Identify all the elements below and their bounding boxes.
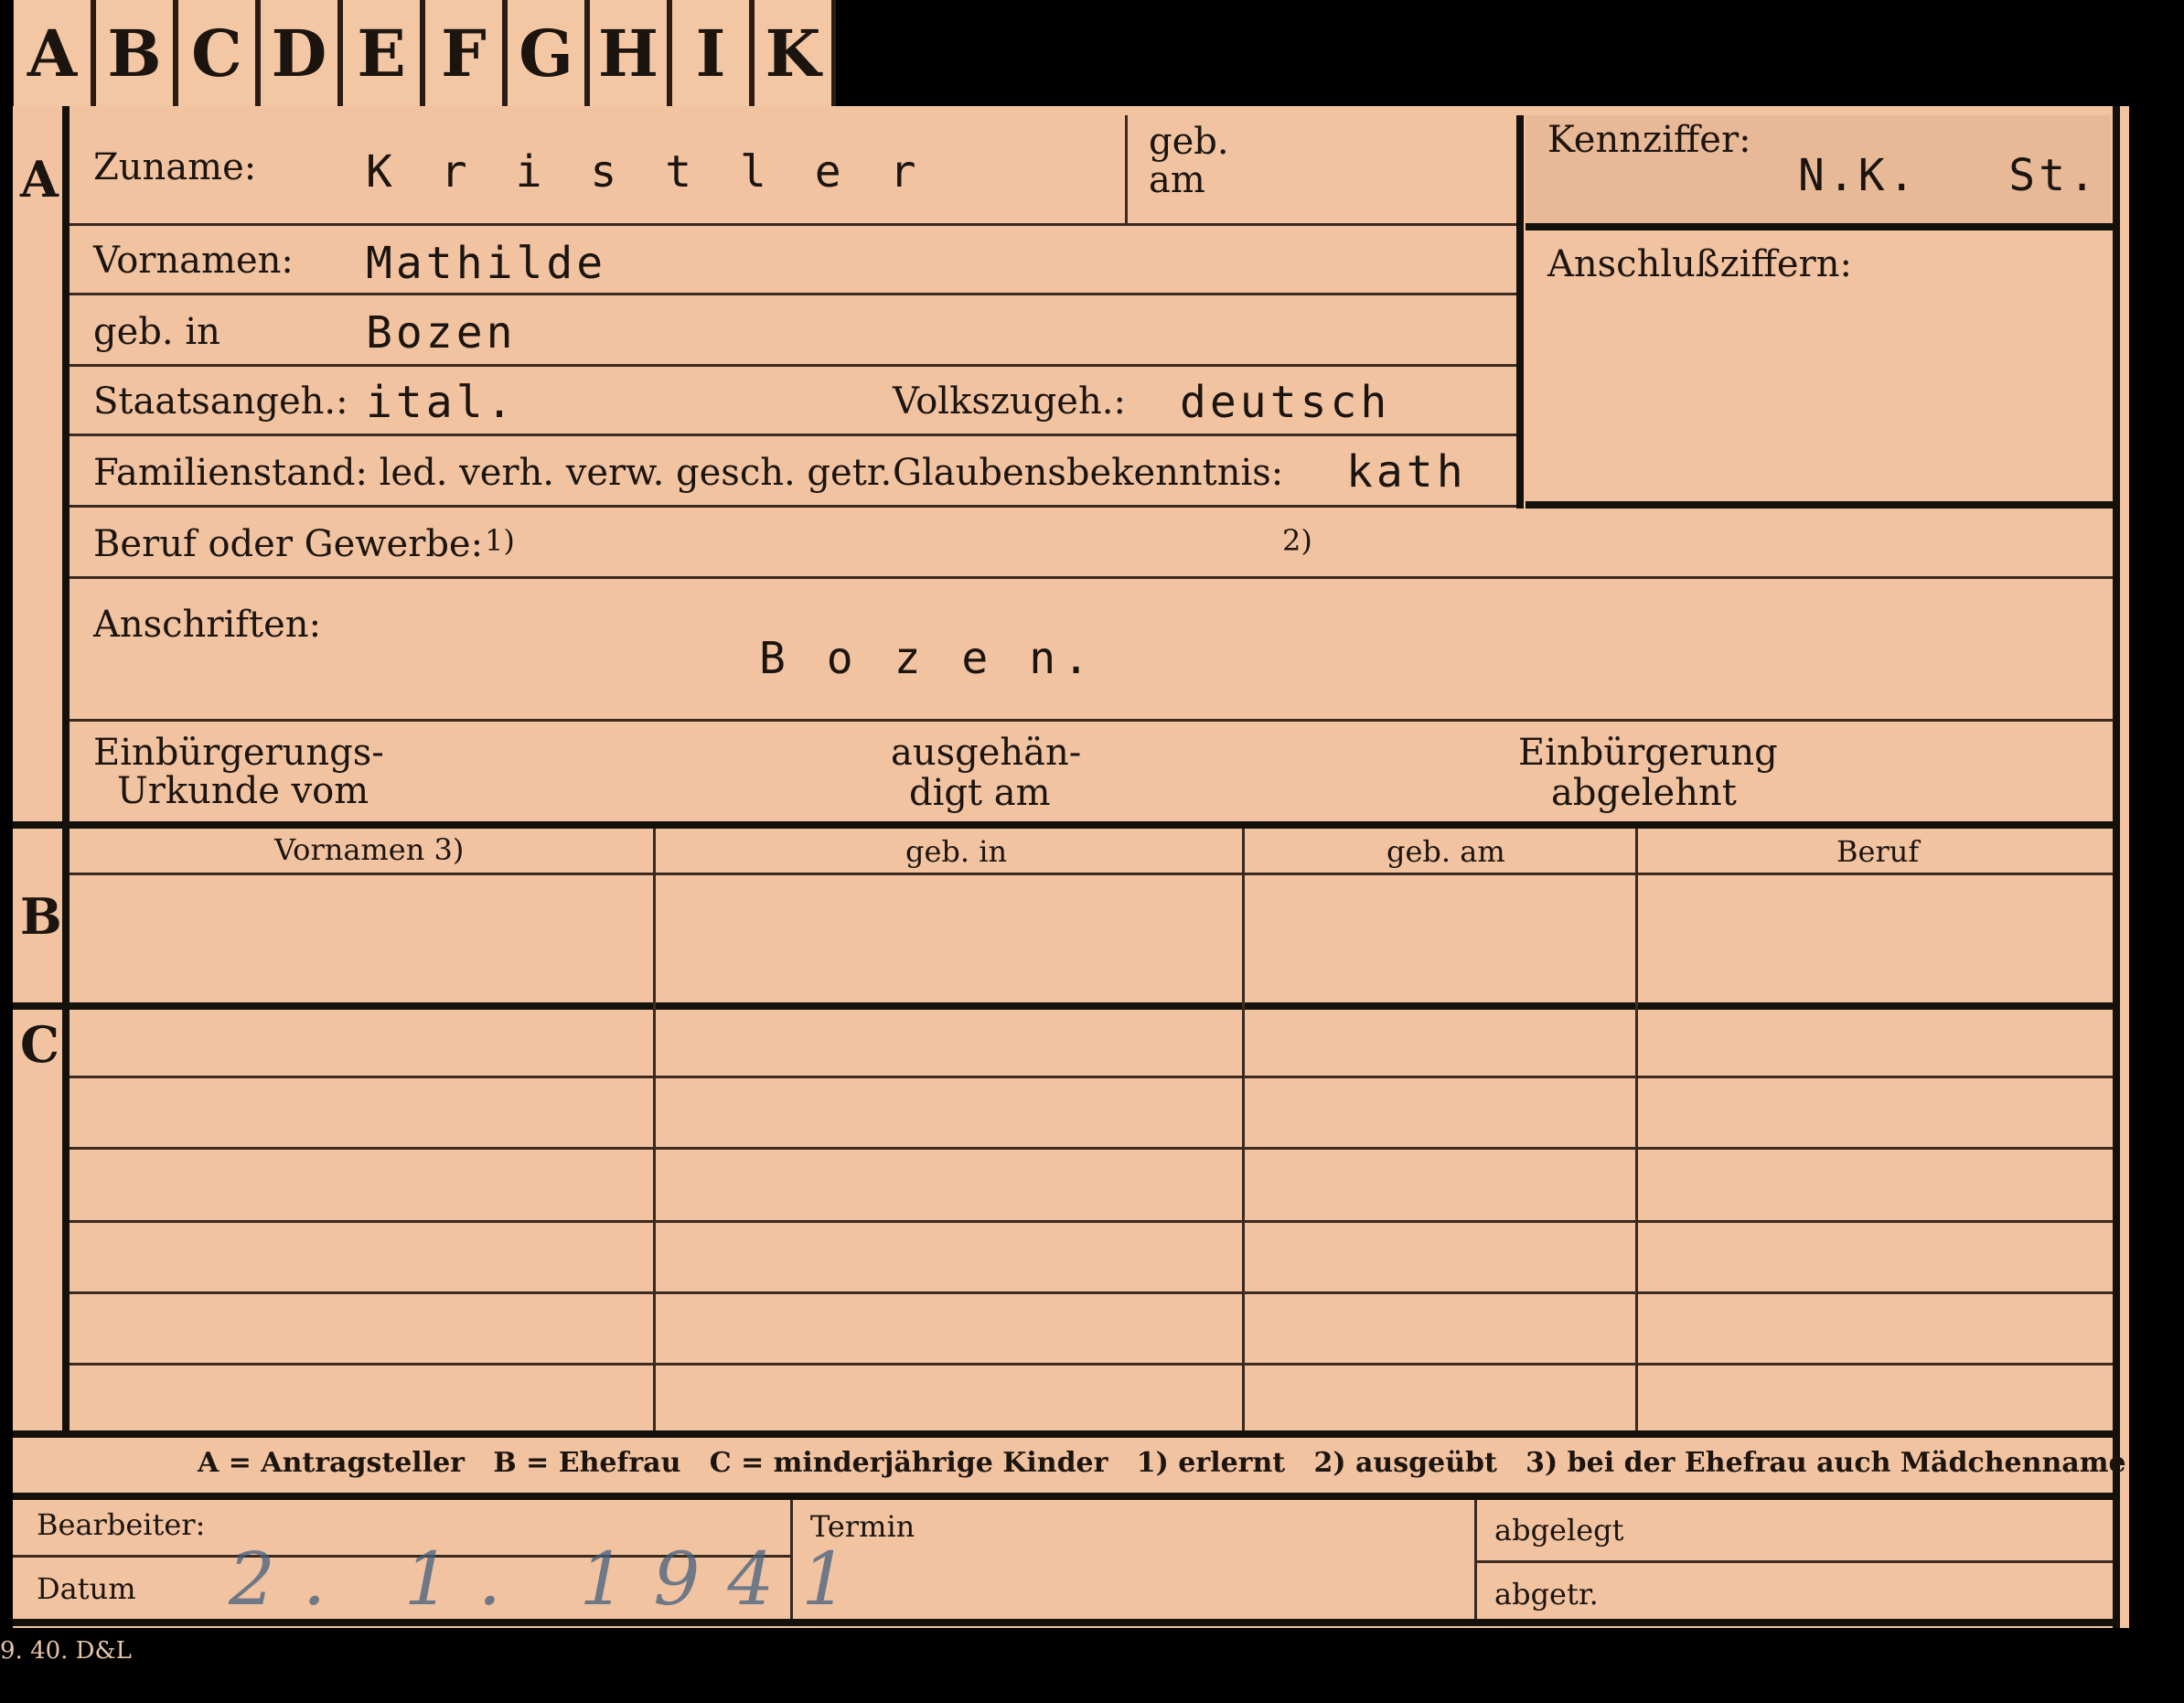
section-letter-c: C [20, 1015, 59, 1074]
tab-letter: I [671, 0, 754, 106]
registration-card [13, 106, 2129, 1628]
einb-abgelehnt-1: Einbürgerung [1518, 732, 1778, 774]
vornamen-label: Vornamen: [93, 240, 294, 282]
tab-letter: F [424, 0, 507, 106]
row-line-4 [70, 434, 1516, 436]
volkszugeh-value: deutsch [1180, 377, 1391, 428]
c-row-line-2 [70, 1147, 2113, 1150]
volkszugeh-label: Volkszugeh.: [893, 380, 1126, 423]
table-header-beruf: Beruf [1836, 834, 1920, 869]
table-header-vornamen: Vornamen 3) [274, 832, 465, 867]
section-letter-a: A [20, 150, 59, 209]
abgetr-label: abgetr. [1494, 1577, 1599, 1612]
c-row-line-5 [70, 1363, 2113, 1366]
kennziffer-label: Kennziffer: [1547, 119, 1751, 161]
geb-am-label-2: am [1149, 159, 1205, 201]
geb-in-value: Bozen [366, 307, 517, 359]
bearbeiter-label: Bearbeiter: [37, 1507, 206, 1542]
abgelegt-label: abgelegt [1494, 1513, 1624, 1548]
row-line-6 [70, 576, 2113, 579]
anschluss-bottom [1526, 501, 2113, 509]
zuname-value: K r i s t l e r [366, 146, 927, 198]
ausgehaendigt-2: digt am [909, 772, 1051, 814]
table-header-geb-am: geb. am [1386, 834, 1505, 869]
col-divider-1 [653, 829, 656, 1430]
row-line-3 [70, 364, 1516, 367]
beruf-footnote-2: 2) [1282, 523, 1312, 558]
termin-label: Termin [810, 1509, 915, 1544]
einb-abgelehnt-2: abgelehnt [1551, 772, 1737, 814]
glaubens-label: Glaubensbekenntnis: [893, 452, 1284, 494]
beruf-label: Beruf oder Gewerbe: [93, 523, 484, 565]
vornamen-value: Mathilde [366, 238, 607, 289]
familienstand-label: Familienstand: led. verh. verw. gesch. g… [93, 452, 893, 494]
anschriften-label: Anschriften: [93, 604, 322, 646]
c-row-line-1 [70, 1076, 2113, 1078]
right-border [2113, 106, 2120, 1628]
left-divider [62, 106, 70, 1432]
datum-stamp: 2. 1. 1941 [229, 1537, 876, 1622]
row-line-2 [70, 293, 1516, 295]
glaubens-value: kath [1346, 446, 1467, 498]
c-row-line-4 [70, 1291, 2113, 1294]
einb-urkunde-2: Urkunde vom [117, 770, 369, 812]
table-header-line [70, 873, 2113, 875]
c-row-line-3 [70, 1220, 2113, 1223]
staatsangeh-label: Staatsangeh.: [93, 380, 348, 423]
row-line-5 [70, 505, 1516, 508]
geb-am-divider [1125, 115, 1128, 223]
geb-am-label-1: geb. [1149, 121, 1229, 163]
footer-mid-line-right [1474, 1560, 2113, 1563]
table-header-geb-in: geb. in [905, 834, 1008, 869]
anschlussziffern-label: Anschlußziffern: [1547, 243, 1852, 285]
kennziffer-value: N.K. St. [1798, 150, 2099, 201]
section-letter-b: B [20, 887, 62, 946]
beruf-footnote-1: 1) [485, 523, 515, 558]
tab-letter: C [177, 0, 260, 106]
legend-bottom [13, 1493, 2120, 1500]
print-mark: 9. 40. D&L [0, 1637, 132, 1665]
einb-urkunde-1: Einbürgerungs- [93, 732, 384, 774]
zuname-label: Zuname: [93, 146, 257, 188]
alphabet-tabs: ABCDEFGHIK [13, 0, 836, 106]
ausgehaendigt-1: ausgehän- [891, 732, 1082, 774]
col-divider-2 [1242, 829, 1245, 1430]
tab-letter: K [754, 0, 836, 106]
tab-letter: D [260, 0, 342, 106]
legend: A = Antragsteller B = Ehefrau C = minder… [198, 1447, 2126, 1479]
tab-letter: E [342, 0, 424, 106]
kennziffer-bottom [1526, 223, 2113, 230]
datum-label: Datum [37, 1571, 136, 1606]
anschriften-value: B o z e n. [759, 633, 1097, 684]
tab-letter: G [507, 0, 589, 106]
section-a-bottom [13, 821, 2120, 829]
tab-letter: B [95, 0, 177, 106]
tab-letter: A [13, 0, 95, 106]
section-b-bottom [13, 1002, 2120, 1010]
kennziffer-left [1516, 115, 1524, 509]
geb-in-label: geb. in [93, 311, 220, 353]
row-line-1 [70, 223, 1516, 226]
section-c-bottom [13, 1430, 2120, 1438]
tab-letter: H [589, 0, 671, 106]
staatsangeh-value: ital. [366, 377, 517, 428]
row-line-7 [70, 719, 2113, 722]
col-divider-3 [1635, 829, 1638, 1430]
